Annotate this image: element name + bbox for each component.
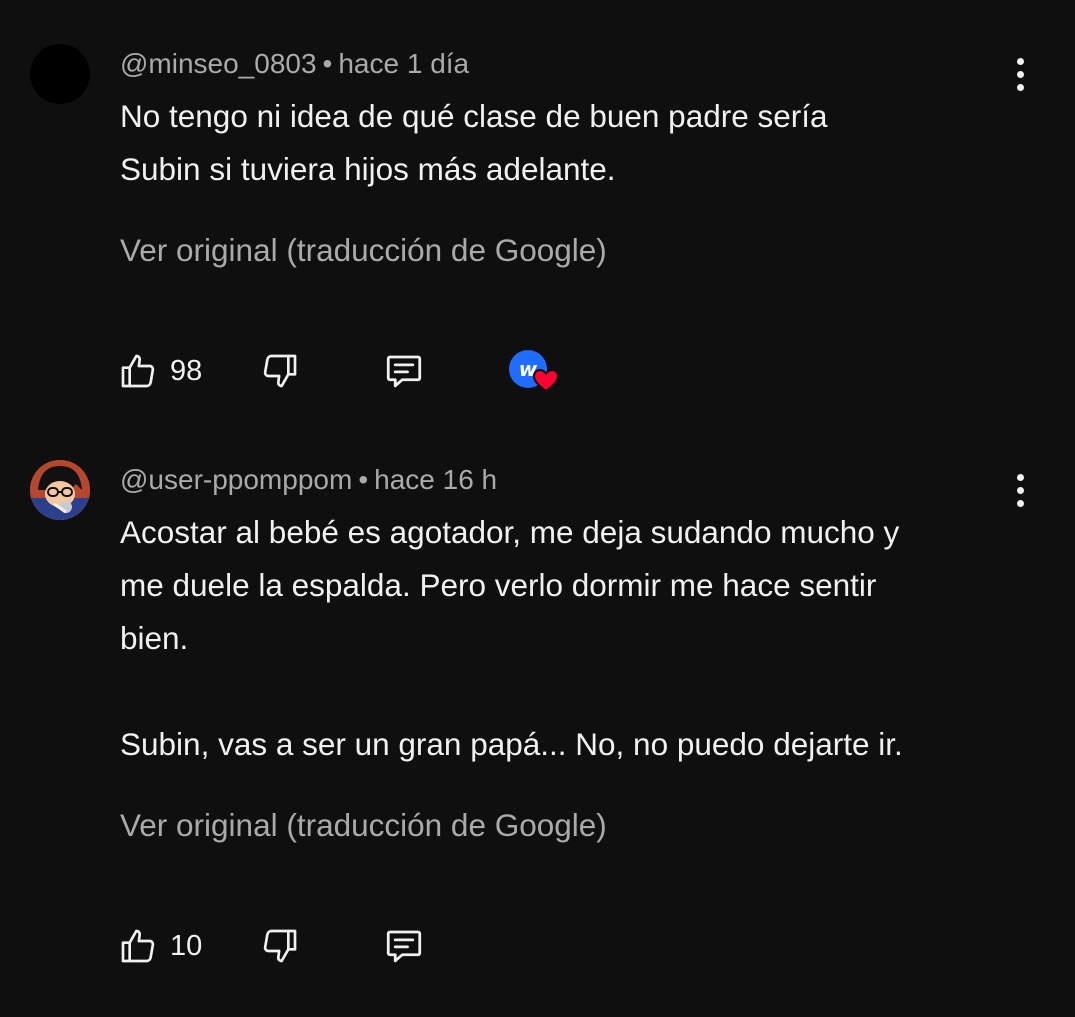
reply-icon — [386, 930, 422, 963]
meta-separator: • — [358, 464, 369, 495]
comment-time[interactable]: hace 1 día — [338, 48, 469, 79]
comment-line: No tengo ni idea de qué clase de buen pa… — [120, 98, 828, 134]
comment-line: Subin, vas a ser un gran papá... No, no … — [120, 726, 903, 762]
author-handle[interactable]: @user-ppomppom — [120, 464, 352, 495]
comment-meta: @minseo_0803 • hace 1 día — [120, 48, 469, 80]
reply-icon — [386, 355, 422, 388]
comment-text: Acostar al bebé es agotador, me deja sud… — [120, 506, 1020, 771]
avatar[interactable] — [30, 460, 90, 520]
like-button[interactable]: 10 — [118, 924, 202, 968]
like-count: 10 — [170, 929, 203, 962]
comment-actions: 10 — [118, 924, 638, 968]
reply-button[interactable] — [382, 349, 426, 393]
anime-avatar-image — [30, 460, 90, 520]
comment-line: Subin si tuviera hijos más adelante. — [120, 151, 616, 187]
like-button[interactable]: 98 — [118, 349, 202, 393]
thumbs-up-icon — [121, 929, 155, 963]
comment-meta: @user-ppomppom • hace 16 h — [120, 464, 497, 496]
like-count: 98 — [170, 354, 203, 387]
avatar[interactable] — [30, 44, 90, 104]
more-vert-icon[interactable] — [1005, 54, 1035, 94]
thumbs-down-icon — [263, 929, 297, 963]
comment-time[interactable]: hace 16 h — [374, 464, 497, 495]
dislike-button[interactable] — [260, 349, 300, 393]
comment-line: Acostar al bebé es agotador, me deja sud… — [120, 514, 900, 550]
comment-text: No tengo ni idea de qué clase de buen pa… — [120, 90, 1020, 196]
comment-actions: 98 w — [118, 349, 638, 393]
comment-line: bien. — [120, 620, 189, 656]
meta-separator: • — [322, 48, 333, 79]
thumbs-down-icon — [263, 354, 297, 388]
dislike-button[interactable] — [260, 924, 300, 968]
translate-toggle[interactable]: Ver original (traducción de Google) — [120, 807, 607, 844]
comment-line: me duele la espalda. Pero verlo dormir m… — [120, 567, 877, 603]
reply-button[interactable] — [382, 924, 426, 968]
more-vert-icon[interactable] — [1005, 470, 1035, 510]
translate-toggle[interactable]: Ver original (traducción de Google) — [120, 232, 607, 269]
creator-heart-icon[interactable]: w — [508, 349, 564, 395]
author-handle[interactable]: @minseo_0803 — [120, 48, 317, 79]
thumbs-up-icon — [121, 354, 155, 388]
